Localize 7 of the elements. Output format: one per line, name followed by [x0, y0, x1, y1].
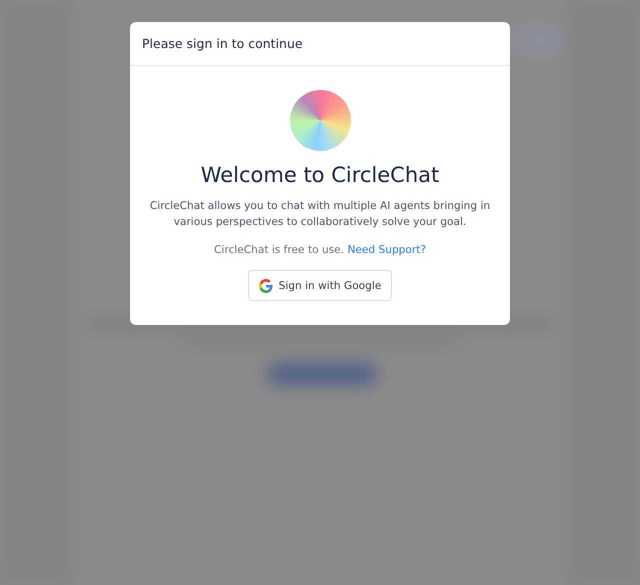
dialog-title: Please sign in to continue: [142, 36, 303, 51]
free-note: CircleChat is free to use.: [214, 244, 344, 256]
welcome-heading: Welcome to CircleChat: [200, 162, 440, 189]
description-text: CircleChat allows you to chat with multiple AI agents bringing in various perspectives to collaboratively solve your goal.: [148, 199, 492, 230]
google-icon: [258, 278, 273, 292]
google-sign-in-button[interactable]: Sign in with Google: [248, 270, 392, 301]
support-link[interactable]: Need Support?: [347, 244, 426, 256]
